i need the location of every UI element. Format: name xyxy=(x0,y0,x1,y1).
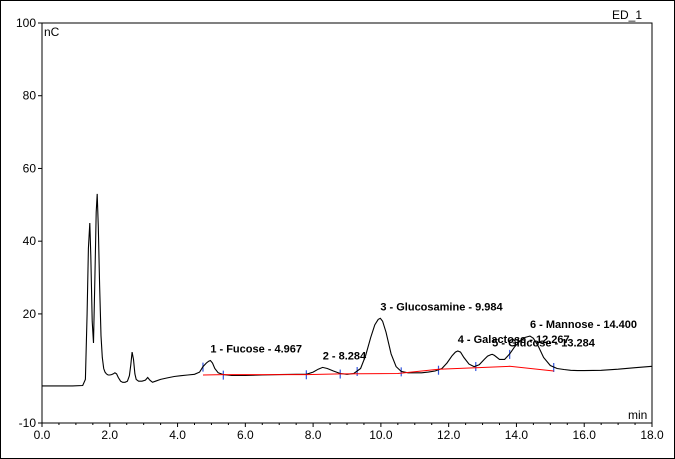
x-tick-label: 4.0 xyxy=(169,428,186,442)
peak-label: 5 - Glucose - 13.284 xyxy=(492,337,596,349)
x-tick-label: 14.0 xyxy=(505,428,529,442)
chart-title: ED_1 xyxy=(612,8,642,22)
y-tick-label: 40 xyxy=(23,234,37,248)
y-tick-label: -10 xyxy=(19,416,37,430)
x-tick-label: 2.0 xyxy=(101,428,118,442)
y-tick-label: 60 xyxy=(23,161,37,175)
peak-label: 2 - 8.284 xyxy=(323,350,367,362)
y-tick-label: 80 xyxy=(23,89,37,103)
x-tick-label: 18.0 xyxy=(640,428,664,442)
peak-annotations: 1 - Fucose - 4.967 2 - 8.284 3 - Glucosami… xyxy=(210,301,637,362)
x-tick-label: 12.0 xyxy=(437,428,461,442)
x-tick-label: 8.0 xyxy=(305,428,322,442)
y-tick-label: 20 xyxy=(23,307,37,321)
peak-label: 6 - Mannose - 14.400 xyxy=(530,319,637,331)
x-tick-label: 10.0 xyxy=(369,428,393,442)
x-tick-label: 16.0 xyxy=(573,428,597,442)
peak-label: 3 - Glucosamine - 9.984 xyxy=(380,301,503,313)
x-axis-label: min xyxy=(628,408,647,422)
baseline-trace xyxy=(202,365,554,376)
x-tick-label: 6.0 xyxy=(237,428,254,442)
peak-label: 1 - Fucose - 4.967 xyxy=(210,343,302,355)
y-axis-label: nC xyxy=(44,25,60,39)
chromatogram-chart: 0.0 2.0 4.0 6.0 8.0 10.0 12.0 14.0 16.0 18.0 -10 20… xyxy=(16,8,664,442)
x-tick-label: 0.0 xyxy=(34,428,51,442)
y-tick-label: 100 xyxy=(16,16,36,30)
